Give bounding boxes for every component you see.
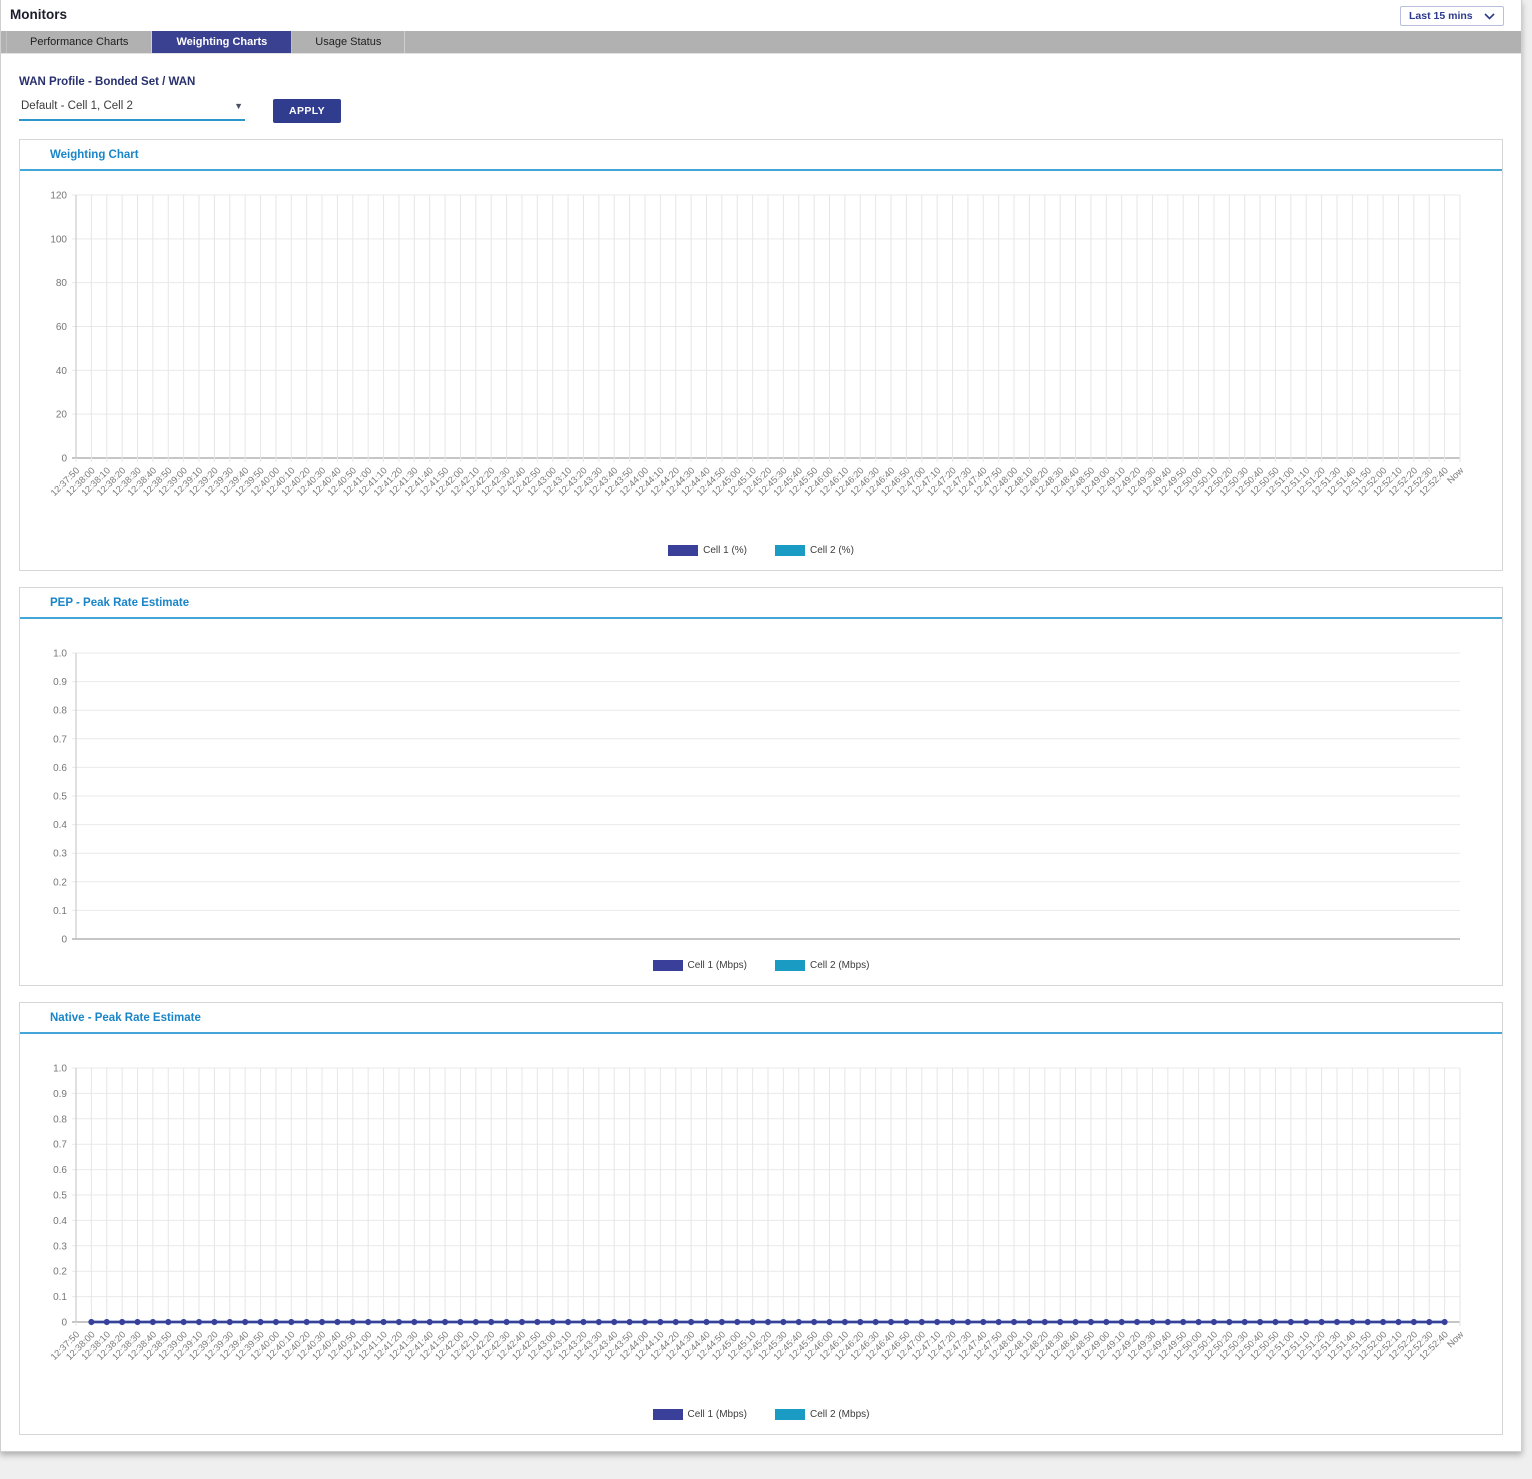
svg-text:0.1: 0.1 [53, 1292, 67, 1303]
svg-text:40: 40 [56, 366, 68, 377]
pep-peak-rate-chart-legend: Cell 1 (Mbps) Cell 2 (Mbps) [22, 960, 1500, 971]
time-range-value: Last 15 mins [1409, 10, 1473, 22]
legend-label: Cell 1 (Mbps) [688, 1409, 747, 1420]
tab-weighting-charts[interactable]: Weighting Charts [152, 31, 291, 53]
legend-item: Cell 2 (Mbps) [775, 960, 869, 971]
weighting-chart: 02040608010012012:37:5012:38:0012:38:101… [20, 171, 1502, 570]
time-range-select[interactable]: Last 15 mins [1400, 6, 1504, 26]
svg-text:Now: Now [1445, 465, 1465, 485]
legend-label: Cell 1 (Mbps) [688, 960, 747, 971]
panel-weighting-chart: Weighting Chart 02040608010012012:37:501… [19, 139, 1503, 571]
weighting-chart-svg: 02040608010012012:37:5012:38:0012:38:101… [22, 187, 1500, 540]
panel-native-peak-rate: Native - Peak Rate Estimate 0 0.1 0.2 0.3 0.… [19, 1002, 1503, 1435]
weighting-chart-legend: Cell 1 (%) Cell 2 (%) [22, 545, 1500, 556]
svg-text:1.0: 1.0 [53, 649, 67, 660]
legend-swatch [653, 960, 683, 971]
svg-text:0.9: 0.9 [53, 1089, 67, 1100]
svg-text:0.9: 0.9 [53, 677, 67, 688]
legend-label: Cell 2 (%) [810, 545, 854, 556]
native-peak-rate-chart-svg: 00.10.20.30.40.50.60.70.80.91.012:37:501… [22, 1060, 1500, 1404]
apply-button[interactable]: APPLY [273, 99, 341, 123]
svg-text:0.4: 0.4 [53, 820, 67, 831]
svg-text:120: 120 [50, 191, 67, 202]
svg-text:0: 0 [61, 935, 67, 946]
legend-item: Cell 2 (%) [775, 545, 854, 556]
panel-title-pep: PEP - Peak Rate Estimate [20, 588, 1502, 619]
wan-profile-selected-value: Default - Cell 1, Cell 2 [21, 100, 133, 112]
svg-text:0.5: 0.5 [53, 792, 67, 803]
svg-text:20: 20 [56, 410, 68, 421]
panel-title-native: Native - Peak Rate Estimate [20, 1003, 1502, 1034]
panel-title-weighting: Weighting Chart [20, 140, 1502, 171]
page-title: Monitors [10, 7, 67, 22]
svg-text:0.2: 0.2 [53, 877, 67, 888]
svg-text:0.5: 0.5 [53, 1191, 67, 1202]
legend-swatch [668, 545, 698, 556]
legend-item: Cell 1 (%) [668, 545, 747, 556]
svg-text:0.8: 0.8 [53, 1114, 67, 1125]
chevron-down-icon [1484, 13, 1495, 20]
panel-pep-peak-rate: PEP - Peak Rate Estimate 0 0.1 0.2 0.3 0.4 0.… [19, 587, 1503, 986]
svg-text:0: 0 [61, 1318, 67, 1329]
svg-text:80: 80 [56, 278, 68, 289]
svg-text:60: 60 [56, 322, 68, 333]
tab-usage-status[interactable]: Usage Status [291, 31, 405, 53]
svg-text:0.3: 0.3 [53, 1241, 67, 1252]
legend-item: Cell 2 (Mbps) [775, 1409, 869, 1420]
content-area: WAN Profile - Bonded Set / WAN Default -… [1, 53, 1521, 1451]
svg-text:0: 0 [61, 454, 67, 465]
pep-peak-rate-chart-svg: 0 0.1 0.2 0.3 0.4 0.5 0.6 0.7 0.8 0.9 1.0 [22, 645, 1500, 955]
svg-text:0.2: 0.2 [53, 1267, 67, 1278]
legend-swatch [775, 1409, 805, 1420]
svg-text:0.6: 0.6 [53, 1165, 67, 1176]
wan-profile-label: WAN Profile - Bonded Set / WAN [19, 76, 1503, 88]
wan-profile-row: Default - Cell 1, Cell 2 ▼ APPLY [19, 98, 1503, 123]
legend-swatch [775, 545, 805, 556]
svg-text:0.1: 0.1 [53, 906, 67, 917]
svg-text:100: 100 [50, 234, 67, 245]
legend-label: Cell 1 (%) [703, 545, 747, 556]
pep-peak-rate-chart: 0 0.1 0.2 0.3 0.4 0.5 0.6 0.7 0.8 0.9 1.0 Cell 1 (M… [20, 619, 1502, 985]
svg-text:0.7: 0.7 [53, 1140, 67, 1151]
native-peak-rate-chart-legend: Cell 1 (Mbps) Cell 2 (Mbps) [22, 1409, 1500, 1420]
select-caret-icon: ▼ [234, 101, 243, 111]
legend-swatch [775, 960, 805, 971]
app-window: Monitors Last 15 mins Performance Charts… [0, 0, 1522, 1452]
wan-profile-section: WAN Profile - Bonded Set / WAN Default -… [19, 76, 1503, 123]
tab-bar: Performance Charts Weighting Charts Usag… [1, 31, 1521, 53]
svg-text:0.6: 0.6 [53, 763, 67, 774]
svg-text:Now: Now [1445, 1329, 1465, 1349]
svg-text:0.7: 0.7 [53, 734, 67, 745]
tab-performance-charts[interactable]: Performance Charts [6, 31, 152, 53]
legend-item: Cell 1 (Mbps) [653, 1409, 747, 1420]
legend-swatch [653, 1409, 683, 1420]
legend-item: Cell 1 (Mbps) [653, 960, 747, 971]
svg-text:0.3: 0.3 [53, 849, 67, 860]
legend-label: Cell 2 (Mbps) [810, 960, 869, 971]
svg-text:0.8: 0.8 [53, 706, 67, 717]
native-peak-rate-chart: 00.10.20.30.40.50.60.70.80.91.012:37:501… [20, 1034, 1502, 1434]
header: Monitors Last 15 mins [1, 0, 1521, 31]
svg-text:1.0: 1.0 [53, 1064, 67, 1075]
wan-profile-select[interactable]: Default - Cell 1, Cell 2 ▼ [19, 98, 245, 121]
svg-text:0.4: 0.4 [53, 1216, 67, 1227]
legend-label: Cell 2 (Mbps) [810, 1409, 869, 1420]
